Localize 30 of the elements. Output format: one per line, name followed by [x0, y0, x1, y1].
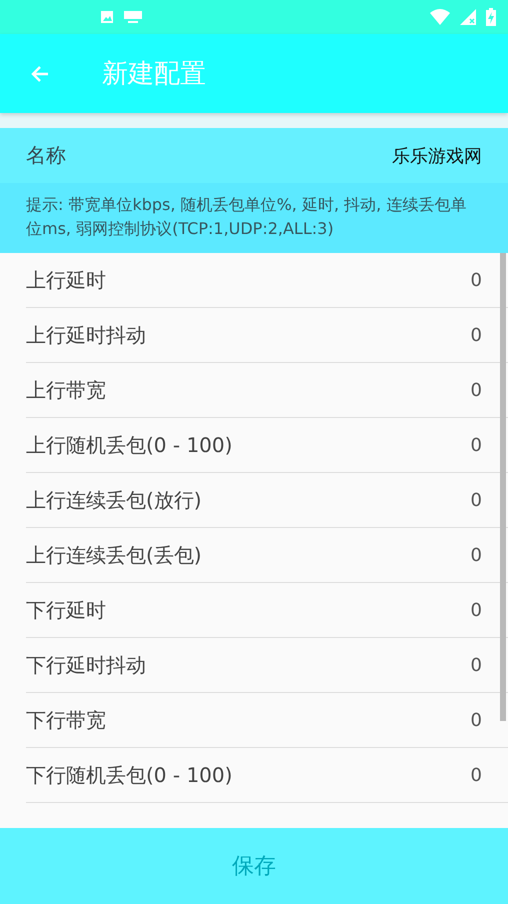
- setting-value[interactable]: 0: [470, 544, 482, 566]
- setting-label: 上行延时抖动: [26, 322, 146, 348]
- setting-label: 下行带宽: [26, 706, 106, 734]
- screen-title: 新建配置: [102, 58, 206, 91]
- setting-value[interactable]: 0: [470, 270, 482, 290]
- setting-value[interactable]: 0: [470, 600, 482, 620]
- setting-label: 下行延时: [26, 596, 106, 624]
- setting-label: 上行带宽: [26, 376, 106, 404]
- setting-value[interactable]: 0: [470, 710, 482, 730]
- name-row[interactable]: 名称 乐乐游戏网: [0, 128, 508, 183]
- setting-value[interactable]: 0: [470, 324, 482, 346]
- setting-value[interactable]: 0: [470, 654, 482, 676]
- wifi-icon: [430, 9, 450, 25]
- scrollbar[interactable]: [500, 253, 506, 721]
- setting-label: 上行连续丢包(丢包): [26, 542, 202, 568]
- setting-label: 上行延时: [26, 266, 106, 294]
- setting-value[interactable]: 0: [470, 490, 482, 510]
- hint-text: 提示: 带宽单位kbps, 随机丢包单位%, 延时, 抖动, 连续丢包单位ms, 弱网控制协议(TCP:1,UDP:2,ALL:3): [0, 183, 508, 253]
- name-label: 名称: [26, 142, 66, 169]
- setting-label: 上行随机丢包(0 - 100): [26, 432, 232, 458]
- image-icon: [100, 10, 114, 24]
- setting-label: 下行延时抖动: [26, 652, 146, 678]
- setting-label: 下行随机丢包(0 - 100): [26, 762, 232, 788]
- setting-value[interactable]: 0: [470, 764, 482, 786]
- name-value: 乐乐游戏网: [392, 144, 482, 168]
- battery-charging-icon: [486, 8, 496, 26]
- setting-label: 上行连续丢包(放行): [26, 486, 202, 514]
- signal-icon: [460, 9, 476, 25]
- setting-value[interactable]: 0: [470, 380, 482, 400]
- setting-value[interactable]: 0: [470, 434, 482, 456]
